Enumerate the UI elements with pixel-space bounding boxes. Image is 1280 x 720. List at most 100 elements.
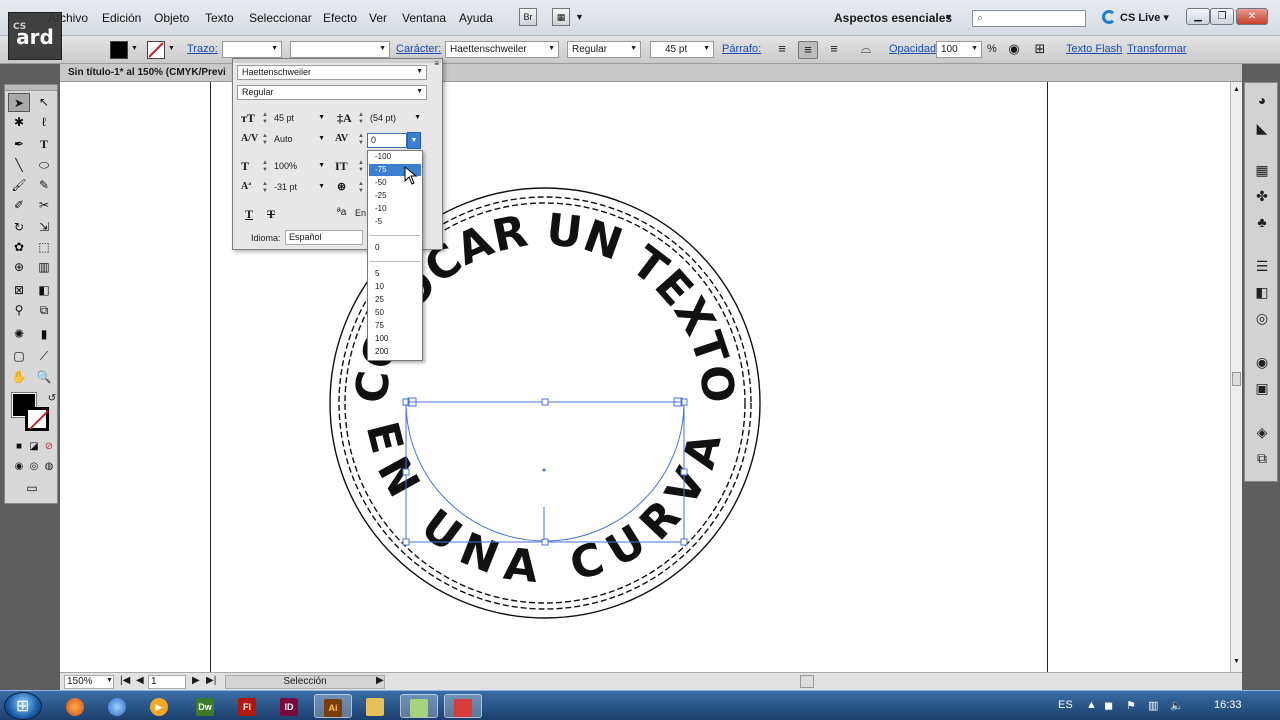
warp-tool-icon[interactable]: ✿ (8, 238, 30, 257)
tracking-option[interactable]: 75 (369, 320, 421, 332)
stroke-label[interactable]: Trazo: (187, 43, 218, 55)
tracking-input[interactable]: 0 (367, 133, 407, 148)
selection-tool-icon[interactable]: ➤ (8, 93, 30, 112)
scroll-down-icon[interactable]: ▼ (1233, 658, 1240, 665)
swatches-panel-icon[interactable]: ▦ (1253, 161, 1271, 179)
panel-font-family-select[interactable]: Haettenschweiler (237, 65, 427, 80)
transparency-panel-icon[interactable]: ◎ (1253, 309, 1271, 327)
color-panel-icon[interactable]: ◕ (1253, 91, 1271, 109)
taskbar-indesign[interactable]: ID (270, 694, 308, 718)
first-artboard-icon[interactable]: |◀ (120, 675, 130, 689)
artboard-number-select[interactable]: 1 (148, 675, 186, 689)
panel-menu-icon[interactable]: ≡ (434, 59, 439, 68)
paintbrush-tool-icon[interactable]: 🖌 (8, 176, 30, 195)
underline-icon[interactable]: T (245, 207, 253, 222)
mesh-tool-icon[interactable]: ⊠ (8, 281, 30, 300)
arrange-documents-icon[interactable]: ▦ (552, 8, 570, 26)
line-tool-icon[interactable]: ╲ (8, 156, 30, 175)
last-artboard-icon[interactable]: ▶| (206, 675, 216, 689)
vscale-stepper[interactable]: ▲ ▼ (357, 160, 365, 175)
language-indicator[interactable]: ES (1058, 699, 1073, 711)
taskbar-thunderbird[interactable] (98, 694, 136, 718)
opacity-label[interactable]: Opacidad: (889, 43, 939, 55)
magic-wand-tool-icon[interactable]: ✱ (8, 113, 30, 132)
rotate-tool-icon[interactable]: ↻ (8, 218, 30, 237)
leading-stepper[interactable]: ▲ ▼ (357, 112, 365, 127)
flash-text-link[interactable]: Texto Flash (1066, 43, 1122, 55)
handle-bc[interactable] (541, 538, 549, 546)
menu-seleccionar[interactable]: Seleccionar (249, 11, 312, 25)
tray-expand-icon[interactable]: ▲ (1086, 699, 1097, 711)
stroke-chevron-down-icon[interactable]: ▼ (168, 45, 175, 52)
taskbar-dreamweaver[interactable]: Dw (186, 694, 224, 718)
blend-tool-icon[interactable]: ⧉ (33, 301, 55, 320)
vertical-scroll-thumb[interactable] (1232, 372, 1241, 386)
font-size-field[interactable]: 45 pt (271, 112, 326, 127)
current-tool-status[interactable]: Selección (225, 675, 385, 689)
next-artboard-icon[interactable]: ▶ (192, 675, 200, 689)
font-style-select[interactable]: Regular (567, 41, 641, 58)
tracking-option[interactable]: -10 (369, 203, 421, 215)
taskbar-flash[interactable]: Fl (228, 694, 266, 718)
stroke-swatch[interactable] (25, 407, 49, 431)
handle-bl[interactable] (402, 538, 410, 546)
stroke-panel-icon[interactable]: ☰ (1253, 257, 1271, 275)
start-button[interactable] (4, 692, 42, 720)
network-icon[interactable]: ▥ (1148, 699, 1158, 712)
tracking-option[interactable]: 0 (369, 242, 421, 254)
size-stepper[interactable]: ▲ ▼ (261, 112, 269, 127)
menu-objeto[interactable]: Objeto (154, 11, 189, 25)
none-mode-icon[interactable]: ⊘ (38, 437, 60, 456)
panel-font-style-select[interactable]: Regular (237, 85, 427, 100)
menu-ventana[interactable]: Ventana (402, 11, 446, 25)
arrange-chevron-down-icon[interactable]: ▼ (575, 12, 584, 22)
tracking-option[interactable]: 5 (369, 268, 421, 280)
brush-select[interactable] (290, 41, 390, 58)
perspective-grid-tool-icon[interactable]: ▥ (33, 258, 55, 277)
tracking-stepper[interactable]: ▲ ▼ (357, 133, 365, 148)
stroke-color-swatch[interactable] (147, 41, 165, 59)
gradient-panel-icon[interactable]: ◧ (1253, 283, 1271, 301)
rotation-stepper[interactable]: ▲ ▼ (357, 181, 365, 196)
taskbar-explorer[interactable] (356, 694, 394, 718)
pencil-tool-icon[interactable]: ✎ (33, 176, 55, 195)
transform-link[interactable]: Transformar (1127, 43, 1187, 55)
paragraph-label[interactable]: Párrafo: (722, 43, 761, 55)
opacity-input[interactable]: 100 (936, 41, 982, 58)
volume-icon[interactable]: 🔈 (1170, 699, 1184, 712)
close-button[interactable]: ✕ (1236, 8, 1268, 25)
fill-color-swatch[interactable] (110, 41, 128, 59)
lasso-tool-icon[interactable]: ℓ (33, 113, 55, 132)
menu-ayuda[interactable]: Ayuda (459, 11, 493, 25)
vertical-scrollbar[interactable]: ▲ ▼ (1230, 82, 1242, 672)
prev-artboard-icon[interactable]: ◀ (136, 675, 144, 689)
hand-tool-icon[interactable]: ✋ (8, 368, 30, 387)
tracking-option[interactable]: 25 (369, 294, 421, 306)
character-label[interactable]: Carácter: (396, 43, 441, 55)
help-search-input[interactable]: ⌕ (972, 10, 1086, 27)
artboard-tool-icon[interactable]: ▢ (8, 347, 30, 366)
tray-app-icon[interactable]: ◼ (1104, 699, 1113, 712)
draw-inside-icon[interactable]: ◍ (38, 457, 60, 476)
strikethrough-icon[interactable]: T (267, 207, 275, 222)
free-transform-tool-icon[interactable]: ⬚ (33, 238, 55, 257)
font-family-select[interactable]: Haettenschweiler (445, 41, 559, 58)
tracking-option[interactable]: 50 (369, 307, 421, 319)
status-menu-icon[interactable]: ▶ (376, 675, 384, 689)
tracking-option[interactable]: -25 (369, 190, 421, 202)
tracking-option[interactable]: 200 (369, 346, 421, 358)
tracking-option[interactable]: 10 (369, 281, 421, 293)
tracking-dropdown-button[interactable]: ▼ (407, 132, 421, 149)
handle-mr[interactable] (680, 468, 688, 476)
scroll-up-icon[interactable]: ▲ (1233, 86, 1240, 93)
color-guide-icon[interactable]: ◣ (1253, 119, 1271, 137)
tracking-option[interactable]: -100 (369, 151, 421, 163)
handle-br[interactable] (680, 538, 688, 546)
blob-brush-tool-icon[interactable]: ✐ (8, 196, 30, 215)
slice-tool-icon[interactable]: ⟋ (33, 347, 55, 366)
handle-tc[interactable] (541, 398, 549, 406)
taskbar-paint[interactable] (444, 694, 482, 718)
tracking-option[interactable]: -5 (369, 216, 421, 228)
layers-panel-icon[interactable]: ◈ (1253, 423, 1271, 441)
align-left-icon[interactable]: ≡ (772, 41, 792, 59)
